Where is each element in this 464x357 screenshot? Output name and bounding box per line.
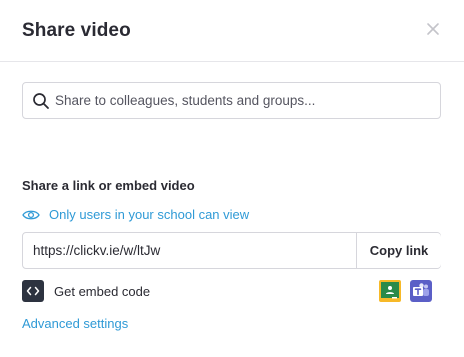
microsoft-teams-icon[interactable] — [410, 280, 432, 302]
visibility-setting[interactable]: Only users in your school can view — [22, 205, 249, 223]
copy-link-button[interactable]: Copy link — [356, 233, 441, 268]
share-search-input[interactable] — [55, 83, 435, 118]
share-link-input[interactable] — [23, 233, 357, 268]
google-classroom-icon[interactable] — [379, 280, 401, 302]
eye-icon — [22, 208, 40, 220]
share-search-box[interactable] — [22, 82, 441, 119]
advanced-settings-link[interactable]: Advanced settings — [22, 316, 128, 331]
share-link-field: Copy link — [22, 232, 441, 269]
visibility-text: Only users in your school can view — [49, 206, 250, 222]
share-link-heading: Share a link or embed video — [22, 178, 195, 193]
share-video-dialog: Share video Share a link or embed video … — [0, 0, 464, 357]
header-divider — [0, 61, 464, 62]
close-icon[interactable] — [424, 20, 442, 38]
search-icon — [32, 92, 50, 110]
get-embed-code-button[interactable]: Get embed code — [22, 280, 150, 302]
dialog-header: Share video — [0, 0, 464, 62]
embed-label: Get embed code — [54, 283, 151, 299]
code-icon — [22, 280, 44, 302]
dialog-title: Share video — [22, 20, 131, 41]
